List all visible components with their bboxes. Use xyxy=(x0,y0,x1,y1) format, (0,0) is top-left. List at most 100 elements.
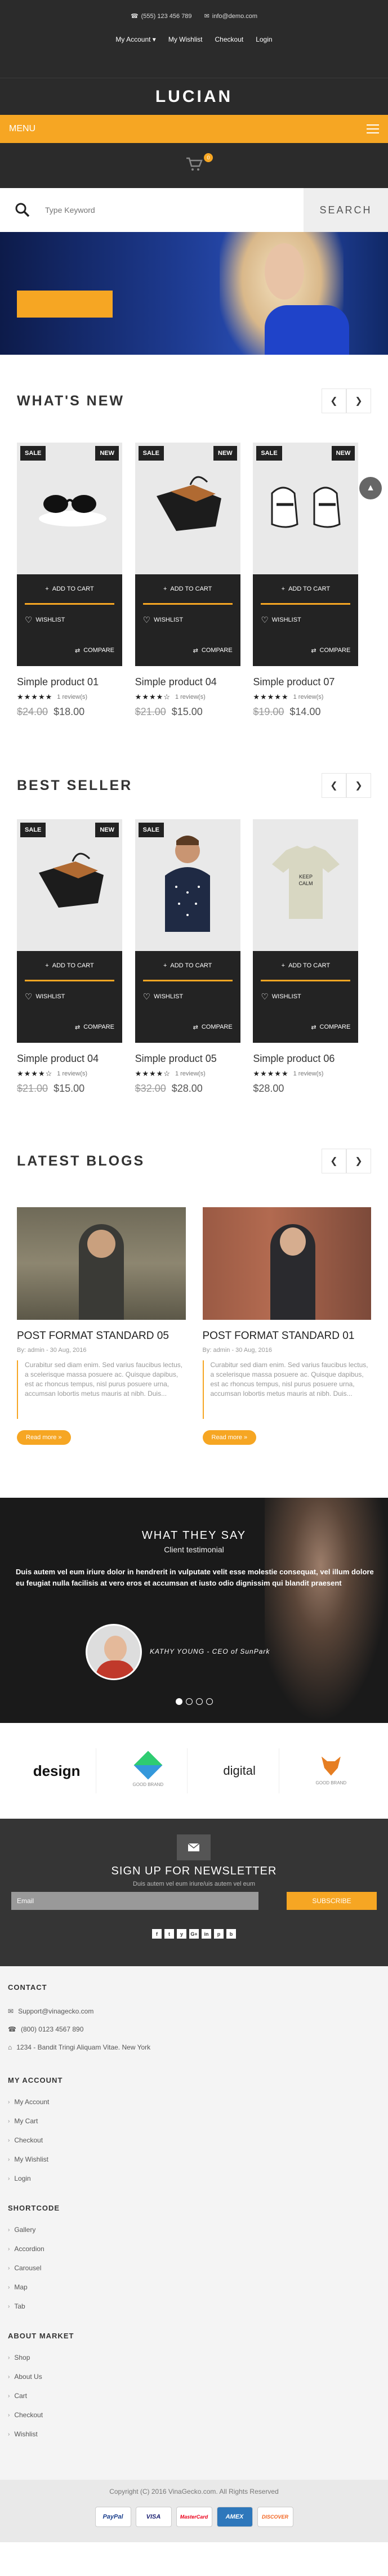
product-name[interactable]: Simple product 07 xyxy=(253,676,371,688)
wishlist-button[interactable]: ♡ WISHLIST xyxy=(17,981,122,1012)
search-input[interactable] xyxy=(45,188,304,232)
product-image[interactable] xyxy=(135,465,240,544)
footer-link[interactable]: › Carousel xyxy=(8,2264,380,2272)
footer-link[interactable]: › Gallery xyxy=(8,2226,380,2234)
footer-link[interactable]: › About Us xyxy=(8,2373,380,2381)
review-count[interactable]: 1 review(s) xyxy=(57,694,87,700)
compare-button[interactable]: ⇄ COMPARE xyxy=(135,1012,240,1042)
add-to-cart-button[interactable]: + ADD TO CART xyxy=(142,951,233,981)
footer-link[interactable]: › Cart xyxy=(8,2392,380,2400)
footer-email[interactable]: ✉ Support@vinagecko.com xyxy=(8,2007,380,2015)
scroll-top-button[interactable]: ▲ xyxy=(359,477,382,499)
brand-logo[interactable]: design xyxy=(17,1748,97,1793)
wishlist-button[interactable]: ♡ WISHLIST xyxy=(17,605,122,635)
wishlist-button[interactable]: ♡ WISHLIST xyxy=(253,981,358,1012)
facebook-icon[interactable]: f xyxy=(152,1929,162,1939)
product-image[interactable]: KEEP CALM xyxy=(253,842,358,921)
review-count[interactable]: 1 review(s) xyxy=(293,1070,324,1077)
footer-link[interactable]: › My Cart xyxy=(8,2117,380,2125)
top-link-checkout[interactable]: Checkout xyxy=(215,35,244,43)
footer-link[interactable]: › My Account xyxy=(8,2098,380,2106)
compare-button[interactable]: ⇄ COMPARE xyxy=(135,635,240,666)
pagination-dot[interactable] xyxy=(206,1698,213,1705)
footer-link[interactable]: › Map xyxy=(8,2283,380,2291)
email-field[interactable]: Email xyxy=(11,1892,258,1910)
youtube-icon[interactable]: y xyxy=(177,1929,186,1939)
add-to-cart-button[interactable]: + ADD TO CART xyxy=(261,574,351,605)
blog-title[interactable]: POST FORMAT STANDARD 01 xyxy=(203,1330,372,1342)
product-image-box[interactable]: KEEP CALM + ADD TO CART ♡ WISHLIST ⇄ COMPARE xyxy=(253,819,359,1043)
top-link-my-wishlist[interactable]: My Wishlist xyxy=(168,35,203,43)
compare-button[interactable]: ⇄ COMPARE xyxy=(17,1012,122,1042)
review-count[interactable]: 1 review(s) xyxy=(293,694,324,700)
compare-button[interactable]: ⇄ COMPARE xyxy=(253,1012,358,1042)
hero-button[interactable] xyxy=(17,291,113,318)
add-to-cart-button[interactable]: + ADD TO CART xyxy=(261,951,351,981)
product-name[interactable]: Simple product 04 xyxy=(135,676,253,688)
chevron-right-icon[interactable]: ❯ xyxy=(346,389,371,413)
top-link-my-account[interactable]: My Account ▾ xyxy=(115,35,155,43)
product-image-box[interactable]: SALE + ADD TO CART ♡ WISHLIST ⇄ COMPARE xyxy=(135,819,240,1043)
search-button[interactable]: SEARCH xyxy=(304,188,388,232)
cart-icon[interactable] xyxy=(186,157,203,175)
read-more-button[interactable]: Read more » xyxy=(17,1430,71,1445)
footer-link[interactable]: › Login xyxy=(8,2175,380,2182)
product-image[interactable] xyxy=(17,465,122,544)
blog-title[interactable]: POST FORMAT STANDARD 05 xyxy=(17,1330,186,1342)
footer-link[interactable]: › Checkout xyxy=(8,2136,380,2144)
product-image-box[interactable]: SALE NEW + ADD TO CART ♡ WISHLIST ⇄ COMPARE xyxy=(135,443,240,666)
read-more-button[interactable]: Read more » xyxy=(202,1430,257,1445)
footer-link[interactable]: › Accordion xyxy=(8,2245,380,2253)
wishlist-button[interactable]: ♡ WISHLIST xyxy=(135,605,240,635)
pagination-dot[interactable] xyxy=(185,1698,193,1705)
add-to-cart-button[interactable]: + ADD TO CART xyxy=(142,574,233,605)
product-image-box[interactable]: SALE NEW + ADD TO CART ♡ WISHLIST ⇄ COMPARE xyxy=(17,443,122,666)
blog-image[interactable] xyxy=(202,1207,371,1320)
product-image[interactable] xyxy=(17,842,122,921)
review-count[interactable]: 1 review(s) xyxy=(175,694,206,700)
brand-logo[interactable]: digital xyxy=(200,1748,279,1793)
footer-link[interactable]: › My Wishlist xyxy=(8,2155,380,2163)
product-image[interactable] xyxy=(135,836,240,932)
footer-link[interactable]: › Tab xyxy=(8,2302,380,2310)
pagination-dot[interactable] xyxy=(195,1698,203,1705)
wishlist-button[interactable]: ♡ WISHLIST xyxy=(253,605,358,635)
footer-link[interactable]: › Shop xyxy=(8,2354,380,2361)
product-image[interactable] xyxy=(253,465,358,544)
product-name[interactable]: Simple product 04 xyxy=(17,1053,135,1065)
brand-logo[interactable]: GOOD BRAND xyxy=(292,1748,371,1793)
product-image-box[interactable]: SALE NEW + ADD TO CART ♡ WISHLIST ⇄ COMPARE xyxy=(17,819,122,1043)
pinterest-icon[interactable]: p xyxy=(214,1929,224,1939)
footer-link[interactable]: › Checkout xyxy=(8,2411,380,2419)
product-image-box[interactable]: SALE NEW + ADD TO CART ♡ WISHLIST ⇄ COMPARE xyxy=(253,443,359,666)
review-count[interactable]: 1 review(s) xyxy=(175,1070,206,1077)
chevron-right-icon[interactable]: ❯ xyxy=(346,1149,371,1173)
chevron-right-icon: › xyxy=(8,2156,10,2163)
chevron-left-icon[interactable]: ❮ xyxy=(322,389,346,413)
twitter-icon[interactable]: t xyxy=(164,1929,174,1939)
top-link-login[interactable]: Login xyxy=(256,35,272,43)
compare-button[interactable]: ⇄ COMPARE xyxy=(17,635,122,666)
wishlist-button[interactable]: ♡ WISHLIST xyxy=(135,981,240,1012)
google-plus-icon[interactable]: G+ xyxy=(189,1929,199,1939)
product-name[interactable]: Simple product 01 xyxy=(17,676,135,688)
product-name[interactable]: Simple product 06 xyxy=(253,1053,371,1065)
chevron-left-icon[interactable]: ❮ xyxy=(322,773,346,798)
blog-icon[interactable]: b xyxy=(226,1929,236,1939)
menu-toggle[interactable]: MENU xyxy=(0,115,388,143)
linkedin-icon[interactable]: in xyxy=(202,1929,211,1939)
product-name[interactable]: Simple product 05 xyxy=(135,1053,253,1065)
chevron-right-icon[interactable]: ❯ xyxy=(346,773,371,798)
add-to-cart-button[interactable]: + ADD TO CART xyxy=(25,574,114,605)
add-to-cart-button[interactable]: + ADD TO CART xyxy=(25,951,114,981)
product-price: $21.00 $15.00 xyxy=(135,706,253,718)
compare-button[interactable]: ⇄ COMPARE xyxy=(253,635,358,666)
brand-logo[interactable]: GOOD BRAND xyxy=(109,1748,188,1793)
review-count[interactable]: 1 review(s) xyxy=(57,1070,87,1077)
pagination-dot[interactable] xyxy=(175,1698,182,1705)
site-logo[interactable]: LUCIAN xyxy=(155,87,233,106)
chevron-left-icon[interactable]: ❮ xyxy=(322,1149,346,1173)
blog-image[interactable] xyxy=(17,1207,186,1320)
footer-link[interactable]: › Wishlist xyxy=(8,2430,380,2438)
subscribe-button[interactable]: SUBSCRIBE xyxy=(287,1892,377,1910)
